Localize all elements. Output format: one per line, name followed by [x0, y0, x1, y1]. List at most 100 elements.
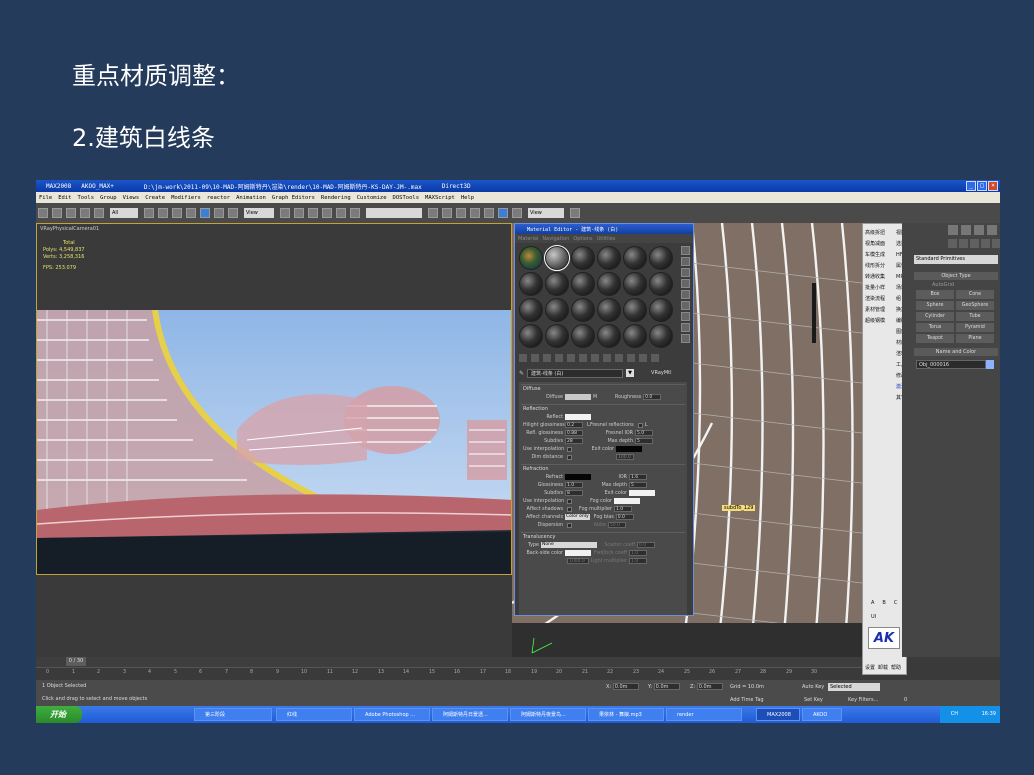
taskbar-item[interactable]: render	[666, 708, 742, 721]
primitives-dropdown[interactable]: Standard Primitives	[914, 255, 998, 264]
sample-slot[interactable]	[623, 246, 647, 270]
sphere-button[interactable]: Sphere	[916, 301, 954, 310]
get-material-icon[interactable]	[519, 354, 527, 362]
name-color-rollout[interactable]: Name and Color	[914, 348, 998, 356]
plugin-item[interactable]: 转通收集	[863, 272, 895, 283]
menu-create[interactable]: Create	[145, 195, 165, 201]
sample-slot[interactable]	[545, 324, 569, 348]
set-key-button[interactable]: Set Key	[804, 697, 823, 703]
refl-gloss-field[interactable]: 0.88	[565, 430, 583, 436]
menu-edit[interactable]: Edit	[58, 195, 71, 201]
add-time-tag[interactable]: Add Time Tag	[730, 697, 764, 703]
menu-maxscript[interactable]: MAXScript	[425, 195, 455, 201]
lights-icon[interactable]	[970, 239, 979, 248]
put-to-scene-icon[interactable]	[531, 354, 539, 362]
schematic-icon[interactable]	[484, 208, 494, 218]
move-icon[interactable]	[200, 208, 210, 218]
sample-slot[interactable]	[519, 272, 543, 296]
navigator-icon[interactable]	[681, 334, 690, 343]
teapot-button[interactable]: Teapot	[916, 334, 954, 343]
plugin-c-button[interactable]: C	[894, 600, 898, 606]
sample-type-icon[interactable]	[681, 246, 690, 255]
sample-slot[interactable]	[597, 246, 621, 270]
current-frame-field[interactable]: 0	[904, 697, 907, 703]
show-end-result-icon[interactable]	[627, 354, 635, 362]
window-crossing-icon[interactable]	[186, 208, 196, 218]
taskbar-item[interactable]: AKOO	[802, 708, 842, 721]
options-icon[interactable]	[681, 312, 690, 321]
object-color-swatch[interactable]	[986, 360, 994, 369]
background-icon[interactable]	[681, 268, 690, 277]
link-icon[interactable]	[66, 208, 76, 218]
me-menu-options[interactable]: Options	[573, 236, 592, 242]
me-menu-navigation[interactable]: Navigation	[542, 236, 569, 242]
go-forward-icon[interactable]	[651, 354, 659, 362]
go-to-parent-icon[interactable]	[639, 354, 647, 362]
menu-reactor[interactable]: reactor	[207, 195, 230, 201]
spinner-snap-icon[interactable]	[336, 208, 346, 218]
material-name-field[interactable]: 建筑-线条 (白)	[527, 368, 624, 378]
dim-dist-checkbox[interactable]	[567, 454, 572, 460]
refr-exit-color-swatch[interactable]	[629, 490, 655, 496]
sample-slot[interactable]	[649, 298, 673, 322]
time-slider[interactable]: 0 / 30	[36, 657, 862, 667]
undo-icon[interactable]	[38, 208, 48, 218]
fog-mult-field[interactable]: 1.0	[614, 506, 632, 512]
select-by-name-icon[interactable]	[158, 208, 168, 218]
plugin-item[interactable]: 渲染流程	[863, 294, 895, 305]
refr-subdivs-field[interactable]: 8	[565, 490, 583, 496]
track-bar[interactable]: 0 1 2 3 4 5 6 7 8 9 10 11 12 13 14 15 16…	[36, 667, 862, 680]
z-coord-field[interactable]: 0.0m	[696, 683, 723, 690]
refract-swatch[interactable]	[565, 474, 591, 480]
reset-map-icon[interactable]	[555, 354, 563, 362]
modify-tab-icon[interactable]	[961, 225, 971, 235]
make-copy-icon[interactable]	[567, 354, 575, 362]
make-preview-icon[interactable]	[681, 301, 690, 310]
tube-button[interactable]: Tube	[956, 312, 994, 321]
sample-slot[interactable]	[571, 272, 595, 296]
show-map-icon[interactable]	[615, 354, 623, 362]
selection-filter-dropdown[interactable]: All	[110, 208, 138, 218]
sample-slot[interactable]	[623, 298, 647, 322]
menu-animation[interactable]: Animation	[236, 195, 266, 201]
x-coord-field[interactable]: 0.0m	[612, 683, 639, 690]
geometry-icon[interactable]	[948, 239, 957, 248]
refl-max-depth-field[interactable]: 5	[635, 438, 653, 444]
fresnel-checkbox[interactable]	[637, 422, 643, 428]
box-button[interactable]: Box	[916, 290, 954, 299]
helpers-icon[interactable]	[992, 239, 1000, 248]
plugin-ui-dropdown[interactable]: UI	[871, 614, 876, 620]
menu-dostools[interactable]: DOSTools	[393, 195, 420, 201]
ref-coord-dropdown[interactable]: View	[244, 208, 274, 218]
camera-viewport[interactable]: VRayPhysicalCamera01 Total Polys: 4,549,…	[36, 223, 512, 575]
refl-exit-color-swatch[interactable]	[616, 446, 642, 452]
plugin-item[interactable]: 线形拆分	[863, 261, 895, 272]
autogrid-checkbox[interactable]: AutoGrid	[932, 282, 954, 288]
sample-slot[interactable]	[519, 324, 543, 348]
angle-snap-icon[interactable]	[308, 208, 318, 218]
dim-dist-field[interactable]: 100.0	[616, 454, 634, 460]
sample-slot[interactable]	[649, 246, 673, 270]
fresnel-ior-field[interactable]: 5.0	[635, 430, 653, 436]
render-setup-icon[interactable]	[512, 208, 522, 218]
sample-slot[interactable]	[597, 298, 621, 322]
sample-slot[interactable]	[649, 324, 673, 348]
taskbar-item[interactable]: 果依林 - 舞娘.mp3	[588, 708, 664, 721]
sample-slot[interactable]	[519, 298, 543, 322]
sample-slot[interactable]	[571, 324, 595, 348]
light-mult-field[interactable]: 1.0	[629, 558, 647, 564]
taskbar-item[interactable]: Adobe Photoshop ...	[354, 708, 430, 721]
taskbar-item[interactable]: 红线	[276, 708, 352, 721]
plugin-help-button[interactable]: 帮助	[891, 664, 901, 671]
sample-slot[interactable]	[571, 298, 595, 322]
abbe-field[interactable]: 50.0	[608, 522, 626, 528]
unlink-icon[interactable]	[80, 208, 90, 218]
material-name-dropdown[interactable]: ▼	[626, 369, 635, 377]
cylinder-button[interactable]: Cylinder	[916, 312, 954, 321]
plugin-item[interactable]: 批量小样	[863, 283, 895, 294]
select-by-material-icon[interactable]	[681, 323, 690, 332]
menu-graph-editors[interactable]: Graph Editors	[272, 195, 315, 201]
plugin-settings-button[interactable]: 设置	[865, 664, 875, 671]
pivot-icon[interactable]	[280, 208, 290, 218]
put-to-library-icon[interactable]	[591, 354, 599, 362]
